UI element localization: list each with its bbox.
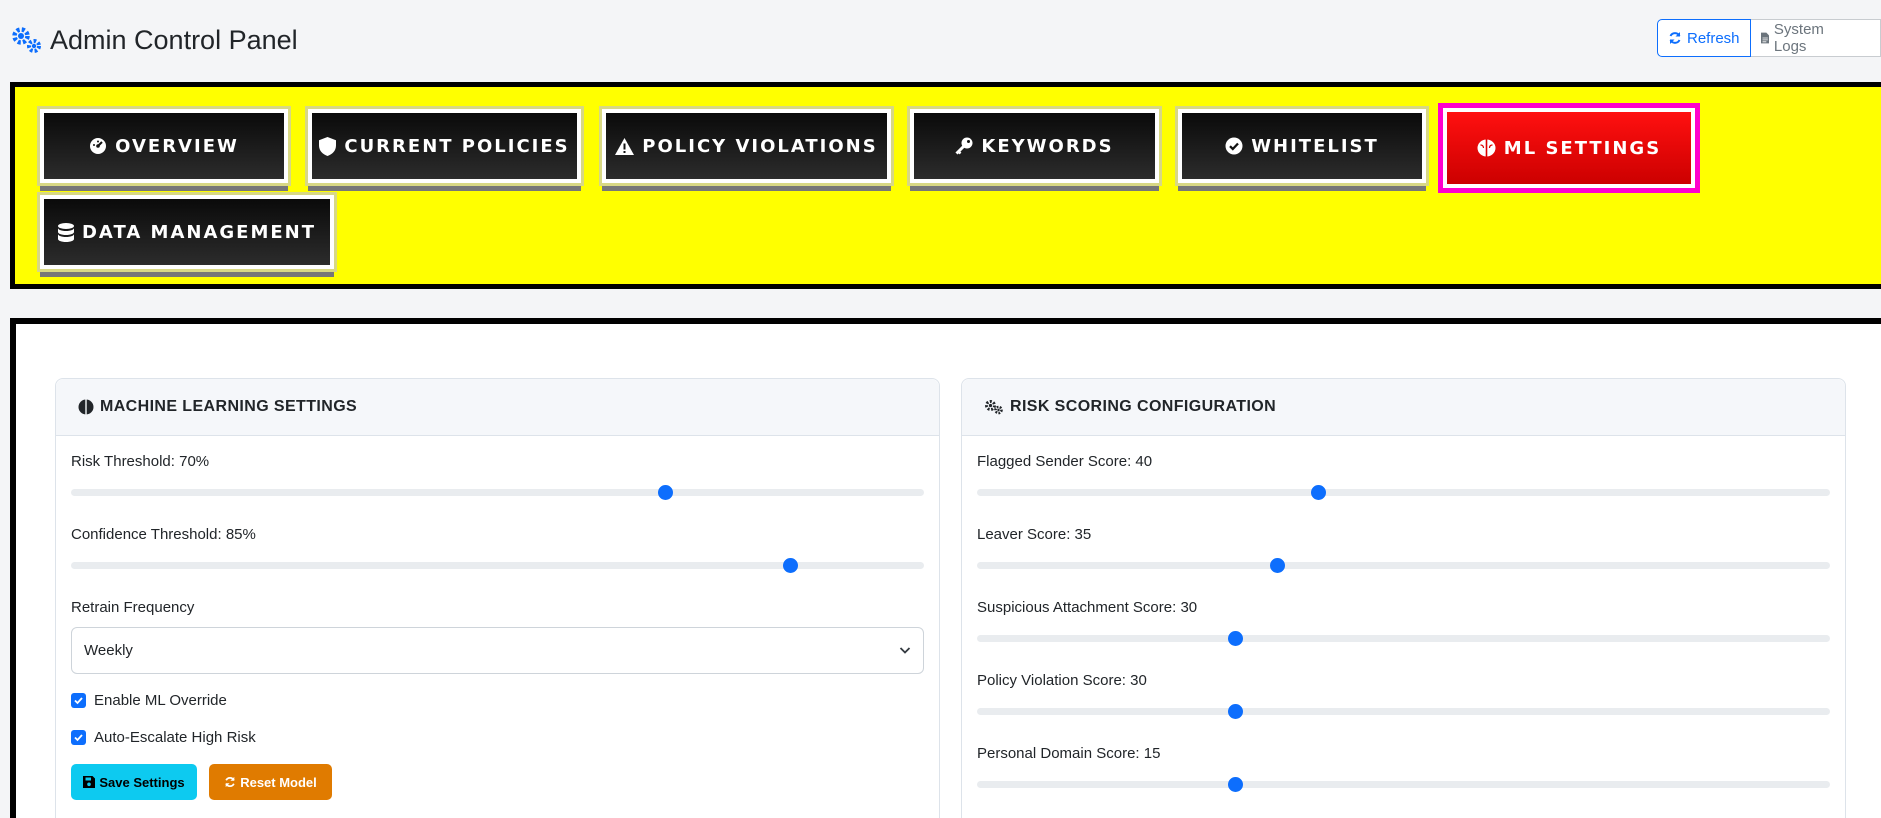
confidence-threshold-thumb[interactable]	[783, 558, 798, 573]
personal-domain-label: Personal Domain Score: 15	[977, 745, 1161, 762]
ml-settings-header: MACHINE LEARNING SETTINGS	[56, 379, 939, 436]
suspicious-attachment-thumb[interactable]	[1228, 631, 1243, 646]
flagged-sender-thumb[interactable]	[1311, 485, 1326, 500]
checkbox-checked-icon	[71, 693, 86, 708]
risk-threshold-thumb[interactable]	[658, 485, 673, 500]
flagged-sender-slider[interactable]	[977, 489, 1830, 496]
reset-model-button[interactable]: Reset Model	[209, 764, 332, 800]
shield-icon	[319, 136, 337, 156]
flagged-sender-label: Flagged Sender Score: 40	[977, 453, 1153, 470]
auto-escalate-checkbox[interactable]: Auto-Escalate High Risk	[71, 729, 256, 746]
gears-icon	[985, 400, 1003, 415]
brain-icon	[1477, 139, 1496, 157]
risk-threshold-label: Risk Threshold: 70%	[71, 453, 210, 470]
tab-policy-violations[interactable]: POLICY VIOLATIONS	[599, 106, 894, 186]
tab-overview[interactable]: OVERVIEW	[37, 106, 291, 186]
confidence-threshold-label: Confidence Threshold: 85%	[71, 526, 256, 543]
policy-violation-score-slider[interactable]	[977, 708, 1830, 715]
tab-data-management[interactable]: DATA MANAGEMENT	[37, 192, 337, 272]
refresh-icon	[225, 776, 235, 788]
suspicious-attachment-label: Suspicious Attachment Score: 30	[977, 599, 1198, 616]
key-icon	[955, 137, 973, 155]
ml-settings-card: MACHINE LEARNING SETTINGS	[55, 378, 940, 818]
risk-threshold-slider[interactable]	[71, 489, 924, 496]
file-icon	[1760, 32, 1769, 44]
retrain-frequency-select[interactable]: Weekly	[71, 627, 924, 674]
personal-domain-thumb[interactable]	[1228, 777, 1243, 792]
policy-violation-score-label: Policy Violation Score: 30	[977, 672, 1147, 689]
checkbox-checked-icon	[71, 730, 86, 745]
leaver-score-label: Leaver Score: 35	[977, 526, 1092, 543]
brain-icon	[78, 399, 94, 415]
risk-scoring-header: RISK SCORING CONFIGURATION	[962, 379, 1845, 436]
save-icon	[83, 776, 96, 788]
retrain-frequency-label: Retrain Frequency	[71, 599, 195, 616]
warning-icon	[615, 137, 635, 155]
leaver-score-thumb[interactable]	[1270, 558, 1285, 573]
gears-icon	[12, 27, 41, 53]
check-circle-icon	[1225, 137, 1243, 155]
gauge-icon	[90, 138, 107, 154]
tab-keywords[interactable]: KEYWORDS	[907, 106, 1162, 186]
tab-current-policies[interactable]: CURRENT POLICIES	[305, 106, 584, 186]
page-title-text: Admin Control Panel	[50, 24, 298, 55]
page-header: Admin Control Panel Refresh System Logs	[0, 0, 1881, 78]
refresh-icon	[1669, 32, 1681, 44]
system-logs-button[interactable]: System Logs	[1750, 19, 1881, 57]
page-title: Admin Control Panel	[10, 22, 298, 58]
save-settings-button[interactable]: Save Settings	[71, 764, 197, 800]
chevron-down-icon	[899, 647, 911, 654]
refresh-button[interactable]: Refresh	[1657, 19, 1751, 57]
suspicious-attachment-slider[interactable]	[977, 635, 1830, 642]
database-icon	[57, 222, 74, 242]
ml-override-checkbox[interactable]: Enable ML Override	[71, 692, 227, 709]
personal-domain-slider[interactable]	[977, 781, 1830, 788]
policy-violation-score-thumb[interactable]	[1228, 704, 1243, 719]
leaver-score-slider[interactable]	[977, 562, 1830, 569]
tab-ml-settings[interactable]: ML SETTINGS	[1438, 103, 1700, 193]
tab-whitelist[interactable]: WHITELIST	[1175, 106, 1429, 186]
